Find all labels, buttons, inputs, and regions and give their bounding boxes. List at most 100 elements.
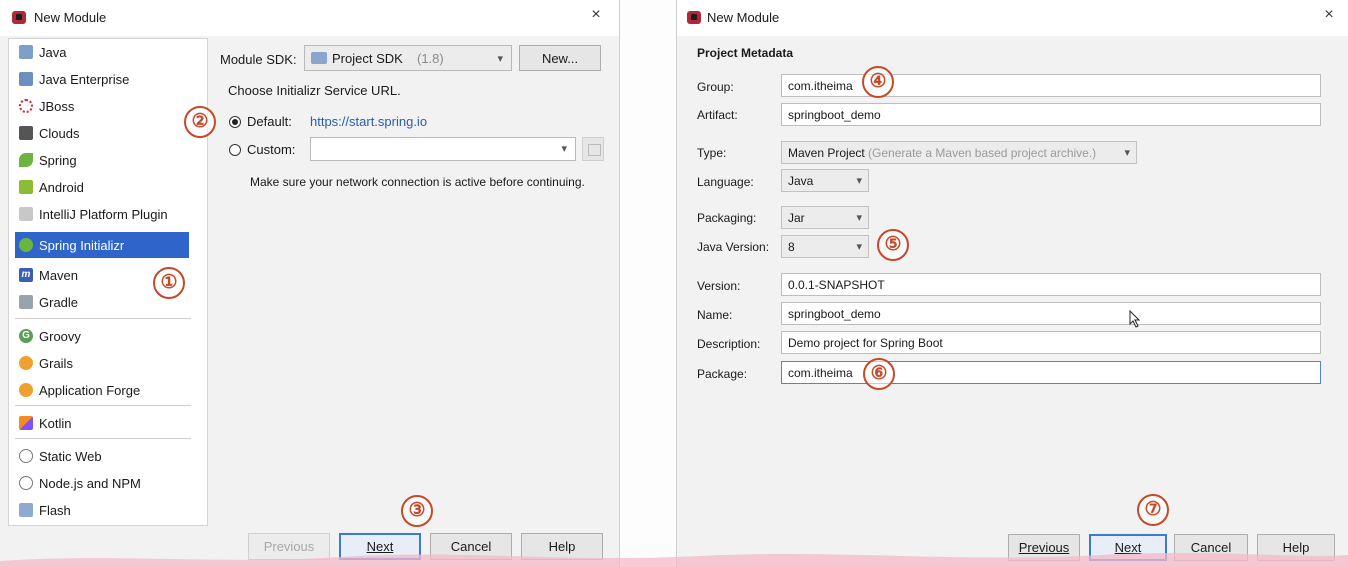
spring-initializr-icon [19,238,33,252]
new-module-dialog-left: New Module × Java Java Enterprise JBoss … [0,0,620,567]
sidebar-item-label: Flash [39,502,71,518]
custom-url-combobox[interactable]: ▾ [310,137,576,161]
sidebar-item-label: JBoss [39,98,75,114]
clouds-icon [19,126,33,140]
application-forge-icon [19,383,33,397]
sidebar-item-label: Android [39,179,84,195]
sidebar-item-label: Kotlin [39,415,72,431]
sidebar-item-android[interactable]: Android [15,174,189,200]
custom-radio[interactable] [229,144,241,156]
nodejs-icon [19,476,33,490]
sidebar-item-flash[interactable]: Flash [15,497,189,523]
default-url-link[interactable]: https://start.spring.io [310,114,427,129]
sidebar-item-label: Java [39,44,67,60]
java-version-dropdown[interactable]: 8 ▾ [781,235,869,258]
jboss-icon [19,99,33,113]
dialog-title: New Module [707,10,780,25]
sidebar-item-application-forge[interactable]: Application Forge [15,377,189,403]
type-dropdown[interactable]: Maven Project (Generate a Maven based pr… [781,141,1137,164]
close-icon[interactable]: × [584,6,608,24]
name-field[interactable]: springboot_demo [781,302,1321,325]
android-icon [19,180,33,194]
sdk-folder-icon [311,52,327,64]
sidebar-item-grails[interactable]: Grails [15,350,189,376]
sidebar-item-kotlin[interactable]: Kotlin [15,410,189,436]
annotation-badge-3: ③ [401,495,433,527]
cancel-button[interactable]: Cancel [430,533,512,560]
window-gap [620,0,676,567]
artifact-field[interactable]: springboot_demo [781,103,1321,126]
new-sdk-button[interactable]: New... [519,45,601,71]
sidebar-item-intellij-plugin[interactable]: IntelliJ Platform Plugin [15,201,189,227]
package-field[interactable]: com.itheima [781,361,1321,384]
next-button-label: Next [366,539,394,554]
divider [15,318,191,319]
sidebar-item-spring-initializr[interactable]: Spring Initializr [15,232,189,258]
sidebar-item-groovy[interactable]: G Groovy [15,323,189,349]
java-enterprise-icon [19,72,33,86]
static-web-icon [19,449,33,463]
sidebar-item-spring[interactable]: Spring [15,147,189,173]
previous-button[interactable]: Previous [248,533,330,560]
default-label: Default: [247,114,292,129]
language-label: Language: [697,175,754,189]
sidebar-item-label: Spring Initializr [39,237,125,253]
packaging-value: Jar [788,211,805,225]
module-sdk-value: Project SDK [332,51,403,66]
folder-icon [588,144,601,156]
help-button[interactable]: Help [521,533,603,560]
help-button[interactable]: Help [1257,534,1335,561]
annotation-badge-1: ① [153,267,185,299]
sidebar-item-label: Spring [39,152,77,168]
sidebar-item-label: IntelliJ Platform Plugin [39,206,168,222]
browse-button[interactable] [582,137,604,161]
title-bar: New Module × [0,0,619,36]
intellij-plugin-icon [19,207,33,221]
version-label: Version: [697,279,741,293]
artifact-label: Artifact: [697,108,738,122]
sidebar-item-label: Clouds [39,125,80,141]
annotation-badge-7: ⑦ [1137,494,1169,526]
packaging-dropdown[interactable]: Jar ▾ [781,206,869,229]
chevron-down-icon: ▾ [856,241,862,253]
sidebar-item-nodejs[interactable]: Node.js and NPM [15,470,189,496]
language-value: Java [788,174,814,188]
sidebar-item-java-enterprise[interactable]: Java Enterprise [15,66,189,92]
sidebar-item-clouds[interactable]: Clouds [15,120,189,146]
java-version-label: Java Version: [697,240,770,254]
dialog-title: New Module [34,10,107,25]
type-label: Type: [697,146,727,160]
choose-url-label: Choose Initializr Service URL. [228,83,401,98]
packaging-label: Packaging: [697,211,757,225]
version-field[interactable]: 0.0.1-SNAPSHOT [781,273,1321,296]
annotation-badge-6: ⑥ [863,358,895,390]
previous-button[interactable]: Previous [1008,534,1080,561]
divider [15,438,191,439]
close-icon[interactable]: × [1317,6,1341,24]
section-title: Project Metadata [697,46,794,60]
next-button[interactable]: Next [339,533,421,560]
sidebar-item-label: Groovy [39,328,81,344]
language-dropdown[interactable]: Java ▾ [781,169,869,192]
gradle-icon [19,295,33,309]
sidebar-item-static-web[interactable]: Static Web [15,443,189,469]
intellij-app-icon [12,11,26,24]
next-button[interactable]: Next [1089,534,1167,561]
annotation-badge-4: ④ [862,66,894,98]
sidebar-item-label: Java Enterprise [39,71,130,87]
default-radio[interactable] [229,116,241,128]
maven-icon: m [19,268,33,282]
sidebar-item-label: Application Forge [39,382,141,398]
package-label: Package: [697,367,748,381]
kotlin-icon [19,416,33,430]
sidebar-item-jboss[interactable]: JBoss [15,93,189,119]
sidebar-item-label: Gradle [39,294,79,310]
next-button-label: Next [1114,540,1142,555]
cancel-button[interactable]: Cancel [1174,534,1248,561]
description-field[interactable]: Demo project for Spring Boot [781,331,1321,354]
sidebar-item-java[interactable]: Java [15,39,189,65]
annotation-badge-2: ② [184,106,216,138]
annotation-badge-5: ⑤ [877,229,909,261]
module-sdk-dropdown[interactable]: Project SDK (1.8) ▾ [304,45,512,71]
title-bar: New Module × [677,0,1348,36]
